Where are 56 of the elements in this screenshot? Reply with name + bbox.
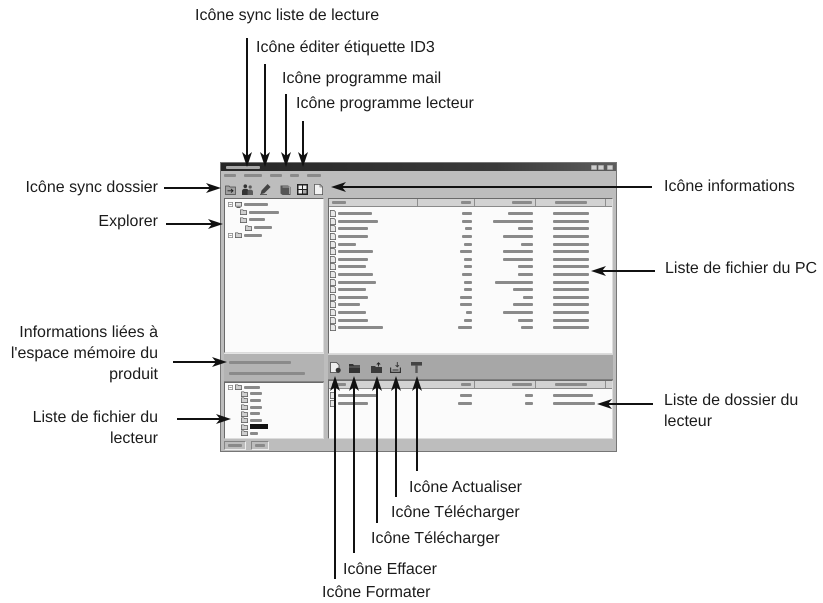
blurred-text — [229, 360, 291, 364]
callout-arrow — [298, 121, 308, 167]
hammer-icon[interactable] — [411, 362, 422, 372]
callout-label: Icône éditer étiquette ID3 — [256, 38, 435, 58]
callout-label: Explorer — [98, 212, 158, 232]
callout-label: Icône programme mail — [282, 69, 442, 89]
callout-arrow — [166, 219, 223, 229]
callout-arrow — [591, 266, 655, 276]
callout-label: Icône informations — [664, 177, 795, 197]
tree-item-highlight[interactable] — [250, 424, 268, 430]
callout-label: Icône Effacer — [343, 560, 437, 580]
callout-arrow — [164, 183, 221, 193]
callout-label: Icône Actualiser — [409, 478, 522, 498]
expander-icon[interactable] — [228, 384, 233, 390]
folder-up-icon[interactable] — [371, 362, 382, 372]
blurred-text[interactable] — [250, 412, 260, 416]
folder-icon[interactable] — [349, 362, 360, 372]
blurred-text — [244, 203, 268, 206]
blurred-text[interactable] — [250, 398, 261, 402]
expander-icon[interactable] — [228, 202, 233, 208]
callout-label: Icône Formater — [322, 583, 430, 603]
blurred-text — [226, 166, 260, 168]
close-icon[interactable] — [607, 164, 613, 170]
tray-icon[interactable] — [390, 362, 401, 372]
people-icon[interactable] — [242, 184, 253, 194]
blurred-text — [249, 210, 279, 214]
computer-icon — [235, 202, 242, 208]
page-icon[interactable] — [330, 362, 341, 372]
callout-label: Liste de fichier du lecteur — [32, 408, 158, 449]
callout-arrow — [173, 357, 227, 367]
blurred-text[interactable] — [244, 386, 260, 389]
folder-arrow-icon[interactable] — [225, 184, 236, 194]
blurred-text — [254, 226, 272, 230]
callout-label: Informations liées à l'espace mémoire du produit — [10, 323, 158, 385]
callout-label: Icône programme lecteur — [296, 94, 474, 114]
blurred-text — [255, 444, 265, 446]
callout-label: Icône sync dossier — [25, 178, 158, 198]
expander-icon[interactable] — [228, 232, 233, 238]
blurred-text — [249, 218, 265, 222]
callout-label: Liste de dossier du lecteur — [664, 391, 800, 432]
maximize-icon[interactable] — [598, 164, 604, 170]
blurred-text — [228, 444, 242, 446]
window-icon[interactable] — [297, 184, 308, 194]
callout-arrow — [177, 414, 231, 424]
blurred-text[interactable] — [250, 406, 262, 409]
blurred-text — [244, 234, 262, 237]
callout-arrow — [597, 399, 653, 409]
minimize-icon[interactable] — [591, 164, 597, 170]
callout-label: Icône sync liste de lecture — [195, 6, 380, 26]
callout-label: Liste de fichier du PC — [665, 259, 818, 279]
pen-icon[interactable] — [260, 184, 271, 194]
callout-label: Icône Télécharger — [391, 503, 520, 523]
book-icon[interactable] — [280, 184, 291, 194]
blurred-text[interactable] — [250, 392, 262, 396]
callout-label: Icône Télécharger — [371, 529, 500, 549]
document-icon[interactable] — [313, 184, 324, 194]
